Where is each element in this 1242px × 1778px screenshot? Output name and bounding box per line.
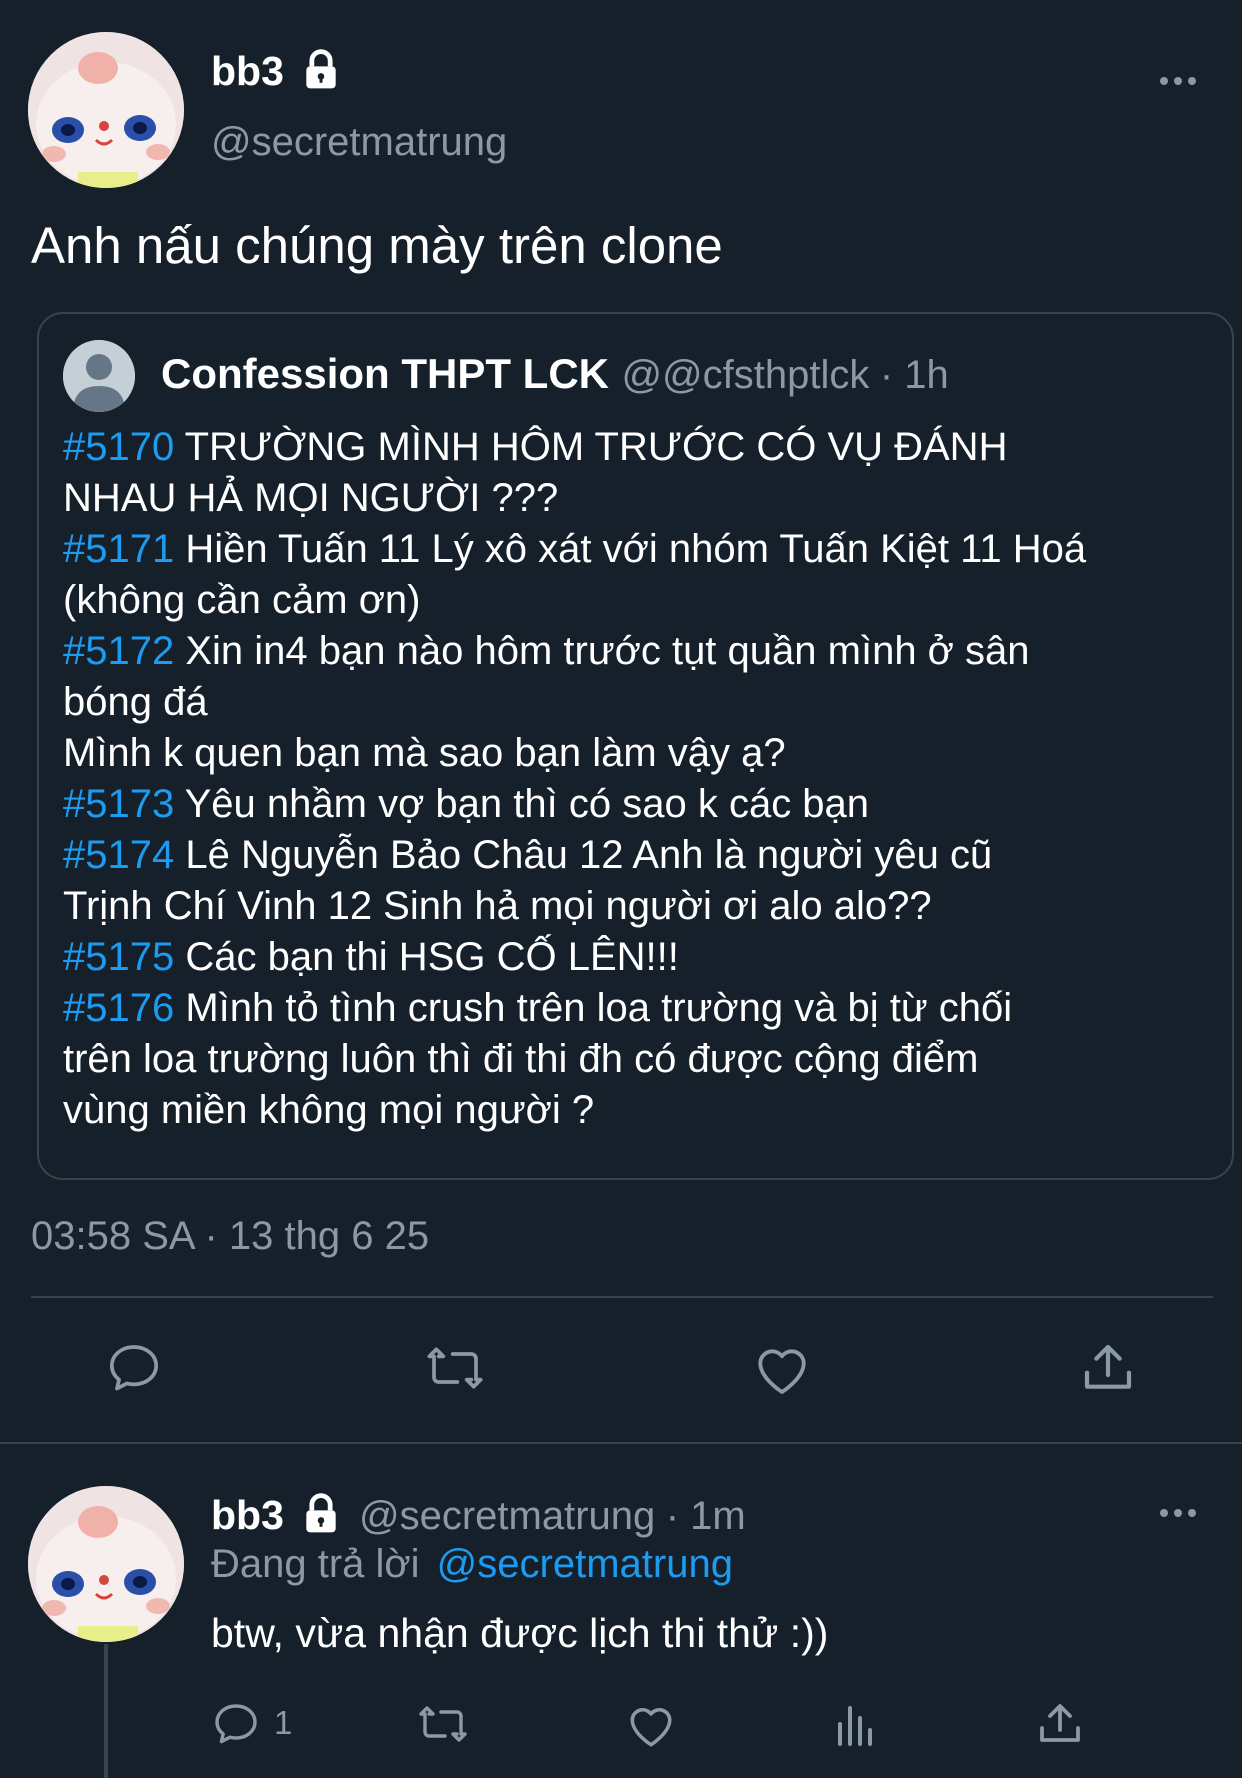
share-icon[interactable] — [1036, 1700, 1084, 1748]
divider — [0, 1442, 1242, 1444]
more-icon[interactable] — [1158, 74, 1198, 88]
reply-icon[interactable] — [106, 1340, 162, 1396]
reply-display-name[interactable]: bb3 — [211, 1492, 284, 1538]
quoted-avatar — [63, 340, 135, 412]
quoted-line-text: (không cần cảm ơn) — [63, 578, 421, 622]
hashtag-link[interactable]: #5170 — [63, 425, 174, 469]
quoted-display-name: Confession THPT LCK — [161, 350, 609, 397]
quoted-tweet-card[interactable]: Confession THPT LCK @@cfsthptlck · 1h #5… — [37, 312, 1234, 1180]
quoted-line: #5171 Hiền Tuấn 11 Lý xô xát với nhóm Tu… — [63, 524, 1086, 575]
quoted-line-text: TRƯỜNG MÌNH HÔM TRƯỚC CÓ VỤ ĐÁNH — [174, 425, 1008, 469]
hashtag-link[interactable]: #5171 — [63, 527, 174, 571]
quoted-line-text: Trịnh Chí Vinh 12 Sinh hả mọi người ơi a… — [63, 884, 932, 928]
quoted-line: Mình k quen bạn mà sao bạn làm vậy ạ? — [63, 728, 1086, 779]
more-icon[interactable] — [1158, 1506, 1198, 1520]
display-name[interactable]: bb3 — [211, 48, 284, 94]
retweet-icon[interactable] — [424, 1340, 486, 1396]
quoted-line: #5170 TRƯỜNG MÌNH HÔM TRƯỚC CÓ VỤ ĐÁNH — [63, 422, 1086, 473]
lock-icon — [299, 48, 343, 92]
divider — [31, 1296, 1213, 1298]
default-avatar-icon — [63, 340, 135, 412]
quoted-line: #5172 Xin in4 bạn nào hôm trước tụt quần… — [63, 626, 1086, 677]
quoted-line: Trịnh Chí Vinh 12 Sinh hả mọi người ơi a… — [63, 881, 1086, 932]
hashtag-link[interactable]: #5172 — [63, 629, 174, 673]
reply-text: btw, vừa nhận được lịch thi thử :)) — [211, 1610, 829, 1656]
replying-to-link[interactable]: @secretmatrung — [437, 1542, 733, 1586]
quoted-line-text: Mình k quen bạn mà sao bạn làm vậy ạ? — [63, 731, 786, 775]
quoted-line: #5173 Yêu nhầm vợ bạn thì có sao k các b… — [63, 779, 1086, 830]
reply-icon[interactable] — [212, 1700, 260, 1748]
quoted-line-text: Lê Nguyễn Bảo Châu 12 Anh là người yêu c… — [174, 833, 993, 877]
avatar-image — [28, 1486, 184, 1642]
quoted-line: #5175 Các bạn thi HSG CỐ LÊN!!! — [63, 932, 1086, 983]
hashtag-link[interactable]: #5176 — [63, 986, 174, 1030]
retweet-icon[interactable] — [416, 1700, 470, 1748]
thread-line — [104, 1644, 108, 1778]
tweet-timestamp[interactable]: 03:58 SA · 13 thg 6 25 — [31, 1214, 429, 1259]
quoted-line: #5176 Mình tỏ tình crush trên loa trường… — [63, 983, 1086, 1034]
share-icon[interactable] — [1080, 1340, 1136, 1396]
hashtag-link[interactable]: #5175 — [63, 935, 174, 979]
quoted-line-text: vùng miền không mọi người ? — [63, 1088, 595, 1132]
tweet-text: Anh nấu chúng mày trên clone — [31, 217, 723, 274]
quoted-line-text: bóng đá — [63, 680, 208, 724]
quoted-line-text: Các bạn thi HSG CỐ LÊN!!! — [174, 935, 679, 979]
replying-to-label: Đang trả lời — [211, 1542, 420, 1586]
hashtag-link[interactable]: #5173 — [63, 782, 174, 826]
like-icon[interactable] — [753, 1342, 811, 1396]
hashtag-link[interactable]: #5174 — [63, 833, 174, 877]
quoted-line: trên loa trường luôn thì đi thi đh có đư… — [63, 1034, 1086, 1085]
reply-count: 1 — [274, 1704, 293, 1741]
avatar[interactable] — [28, 32, 184, 188]
quoted-line-text: trên loa trường luôn thì đi thi đh có đư… — [63, 1037, 979, 1081]
quoted-line: NHAU HẢ MỌI NGƯỜI ??? — [63, 473, 1086, 524]
quoted-line: #5174 Lê Nguyễn Bảo Châu 12 Anh là người… — [63, 830, 1086, 881]
quoted-line: bóng đá — [63, 677, 1086, 728]
quoted-time: · 1h — [879, 353, 949, 397]
quoted-line-text: Xin in4 bạn nào hôm trước tụt quần mình … — [174, 629, 1030, 673]
quoted-line-text: Mình tỏ tình crush trên loa trường và bị… — [174, 986, 1013, 1030]
quoted-line-text: Hiền Tuấn 11 Lý xô xát với nhóm Tuấn Kiệ… — [174, 527, 1087, 571]
quoted-line-text: Yêu nhầm vợ bạn thì có sao k các bạn — [174, 782, 870, 826]
like-icon[interactable] — [626, 1702, 676, 1748]
quoted-tweet-text: #5170 TRƯỜNG MÌNH HÔM TRƯỚC CÓ VỤ ĐÁNH NH… — [63, 422, 1086, 1136]
quoted-line: (không cần cảm ơn) — [63, 575, 1086, 626]
avatar-image — [28, 32, 184, 188]
reply-handle[interactable]: @secretmatrung — [359, 1494, 655, 1538]
user-handle[interactable]: @secretmatrung — [211, 120, 507, 164]
reply-time[interactable]: · 1m — [666, 1494, 746, 1538]
quoted-line-text: NHAU HẢ MỌI NGƯỜI ??? — [63, 476, 559, 520]
lock-icon — [299, 1492, 343, 1536]
analytics-icon[interactable] — [834, 1700, 878, 1748]
quoted-line: vùng miền không mọi người ? — [63, 1085, 1086, 1136]
reply-avatar[interactable] — [28, 1486, 184, 1642]
quoted-handle: @@cfsthptlck — [621, 353, 870, 397]
